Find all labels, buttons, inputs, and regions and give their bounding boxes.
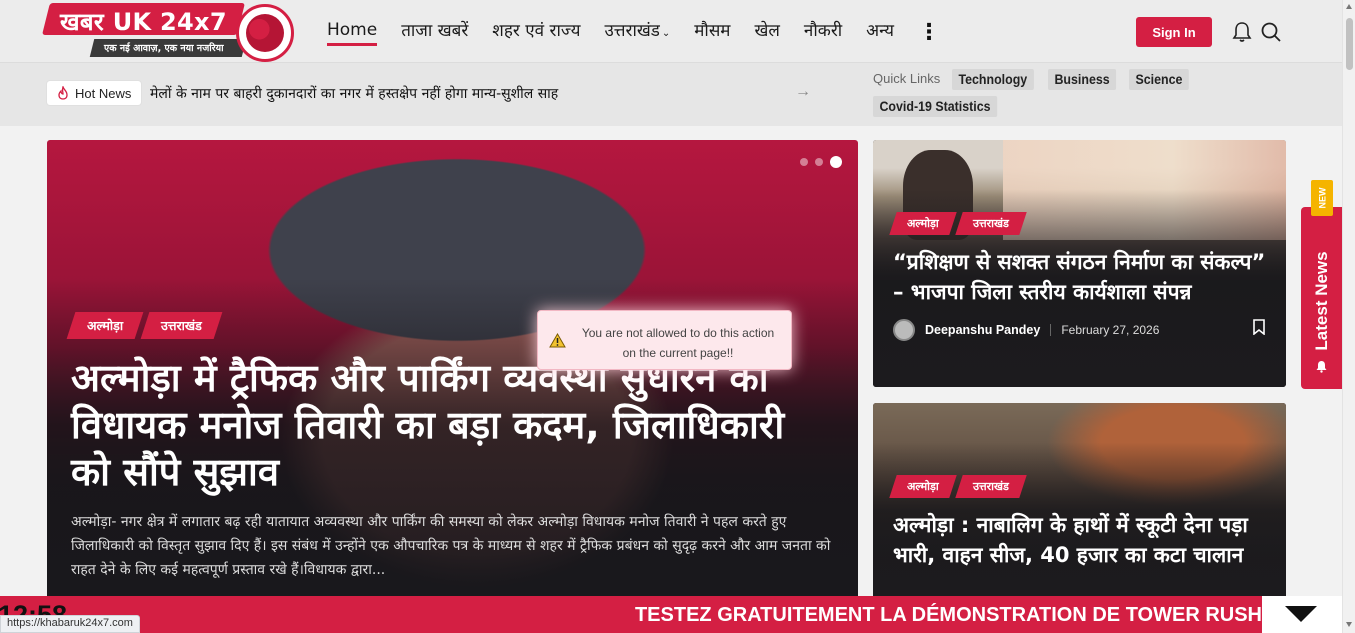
slider-dot[interactable] (815, 158, 823, 166)
category-tags: अल्मोड़ा उत्तराखंड (889, 475, 1266, 498)
news-ticker: Hot News मेलों के नाम पर बाहरी दुकानदारो… (0, 63, 1342, 126)
nav-item-home[interactable]: Home (327, 20, 378, 46)
ad-text[interactable]: TESTEZ GRATUITEMENT LA DÉMONSTRATION DE … (635, 604, 1262, 627)
nav-item-uttarakhand-label: उत्तराखंड (604, 21, 660, 41)
scroll-thumb[interactable] (1346, 18, 1353, 70)
tag-almora[interactable]: अल्मोड़ा (889, 212, 957, 235)
main-nav: Home ताजा खबरें शहर एवं राज्य उत्तराखंड ⌄… (327, 18, 940, 46)
tag-almora[interactable]: अल्मोड़ा (66, 312, 144, 339)
side-article-1-content: अल्मोड़ा उत्तराखंड “प्रशिक्षण से सशक्त स… (889, 212, 1266, 341)
site-header: खबर UK 24x7 एक नई आवाज़, एक नया नजरिया H… (0, 0, 1342, 63)
nav-item-latest[interactable]: ताजा खबरें (401, 18, 468, 45)
bell-icon (1316, 361, 1327, 373)
slider-dots (800, 156, 842, 168)
tag-uttarakhand[interactable]: उत्तराखंड (955, 475, 1027, 498)
side-article-2[interactable]: अल्मोड़ा उत्तराखंड अल्मोड़ा : नाबालिग के… (873, 403, 1286, 600)
nav-item-city-state[interactable]: शहर एवं राज्य (492, 18, 580, 45)
author-name[interactable]: Deepanshu Pandey (925, 323, 1040, 337)
scroll-up-arrow[interactable] (1346, 4, 1352, 9)
search-icon[interactable] (1260, 21, 1282, 43)
quick-link-covid[interactable]: Covid-19 Statistics (873, 96, 998, 117)
quick-link-science[interactable]: Science (1128, 69, 1189, 90)
avatar[interactable] (893, 319, 915, 341)
nav-item-weather[interactable]: मौसम (694, 18, 730, 45)
new-badge-label: NEW (1317, 187, 1327, 209)
tag-almora-label: अल्मोड़ा (907, 217, 939, 230)
featured-article[interactable]: अल्मोड़ा उत्तराखंड अल्मोड़ा में ट्रैफिक … (47, 140, 858, 600)
slider-dot[interactable] (800, 158, 808, 166)
publish-date: February 27, 2026 (1061, 323, 1160, 337)
tag-uttarakhand-label: उत्तराखंड (161, 318, 202, 333)
nav-item-sports[interactable]: खेल (754, 18, 779, 45)
tag-uttarakhand[interactable]: उत्तराखंड (955, 212, 1027, 235)
meta-divider (1050, 324, 1052, 336)
tag-uttarakhand[interactable]: उत्तराखंड (140, 312, 223, 339)
ticker-headline[interactable]: मेलों के नाम पर बाहरी दुकानदारों का नगर … (150, 84, 558, 103)
slider-dot-active[interactable] (830, 156, 842, 168)
featured-excerpt: अल्मोड़ा- नगर क्षेत्र में लगातार बढ़ रही… (71, 514, 831, 578)
side-article-1-title[interactable]: “प्रशिक्षण से सशक्त संगठन निर्माण का संक… (893, 247, 1266, 307)
bookmark-icon[interactable] (1252, 319, 1266, 335)
side-article-1[interactable]: अल्मोड़ा उत्तराखंड “प्रशिक्षण से सशक्त स… (873, 140, 1286, 387)
logo-title: खबर UK 24x7 (60, 8, 227, 36)
nav-item-jobs[interactable]: नौकरी (804, 18, 842, 45)
latest-news-label: Latest News (1311, 251, 1331, 351)
side-article-2-title[interactable]: अल्मोड़ा : नाबालिग के हाथों में स्कूटी द… (893, 510, 1266, 570)
featured-title[interactable]: अल्मोड़ा में ट्रैफिक और पार्किंग व्यवस्थ… (71, 355, 831, 496)
tag-uttarakhand-label: उत्तराखंड (972, 217, 1009, 230)
tag-almora-label: अल्मोड़ा (907, 480, 939, 493)
toast-message: You are not allowed to do this action on… (581, 326, 775, 360)
nav-item-other[interactable]: अन्य (866, 18, 894, 45)
hot-news-label: Hot News (75, 85, 132, 101)
scrollbar[interactable] (1342, 0, 1355, 633)
quick-links: Technology Business Science Covid-19 Sta… (873, 69, 1222, 117)
kebab-icon[interactable]: ⋮ (918, 20, 940, 43)
logo-tagline: एक नई आवाज़, एक नया नजरिया (104, 43, 224, 54)
hot-news-badge: Hot News (47, 81, 142, 105)
new-badge: NEW (1311, 180, 1333, 216)
warning-icon (549, 333, 566, 348)
tag-uttarakhand-label: उत्तराखंड (972, 480, 1009, 493)
quick-link-business[interactable]: Business (1047, 69, 1116, 90)
site-logo[interactable]: खबर UK 24x7 एक नई आवाज़, एक नया नजरिया (42, 3, 296, 62)
chevron-down-icon: ⌄ (661, 28, 671, 39)
side-article-2-content: अल्मोड़ा उत्तराखंड अल्मोड़ा : नाबालिग के… (889, 475, 1266, 570)
scroll-down-arrow[interactable] (1346, 622, 1352, 627)
permission-toast[interactable]: You are not allowed to do this action on… (537, 310, 792, 370)
tag-almora[interactable]: अल्मोड़ा (889, 475, 957, 498)
tag-almora-label: अल्मोड़ा (87, 318, 124, 333)
quick-links-label: Quick Links (873, 71, 941, 86)
globe-icon (236, 4, 294, 62)
arrow-right-icon[interactable]: → (795, 83, 811, 101)
status-url: https://khabaruk24x7.com (0, 615, 140, 633)
category-tags: अल्मोड़ा उत्तराखंड (889, 212, 1266, 235)
article-meta: Deepanshu Pandey February 27, 2026 (893, 319, 1266, 341)
sign-in-button[interactable]: Sign In (1136, 17, 1212, 47)
chevron-down-icon[interactable] (1285, 606, 1317, 622)
ad-banner[interactable]: TESTEZ GRATUITEMENT LA DÉMONSTRATION DE … (0, 596, 1262, 633)
nav-item-uttarakhand[interactable]: उत्तराखंड ⌄ (604, 18, 670, 45)
quick-link-technology[interactable]: Technology (952, 69, 1034, 90)
flame-icon (58, 86, 68, 100)
bell-icon[interactable] (1232, 21, 1252, 43)
